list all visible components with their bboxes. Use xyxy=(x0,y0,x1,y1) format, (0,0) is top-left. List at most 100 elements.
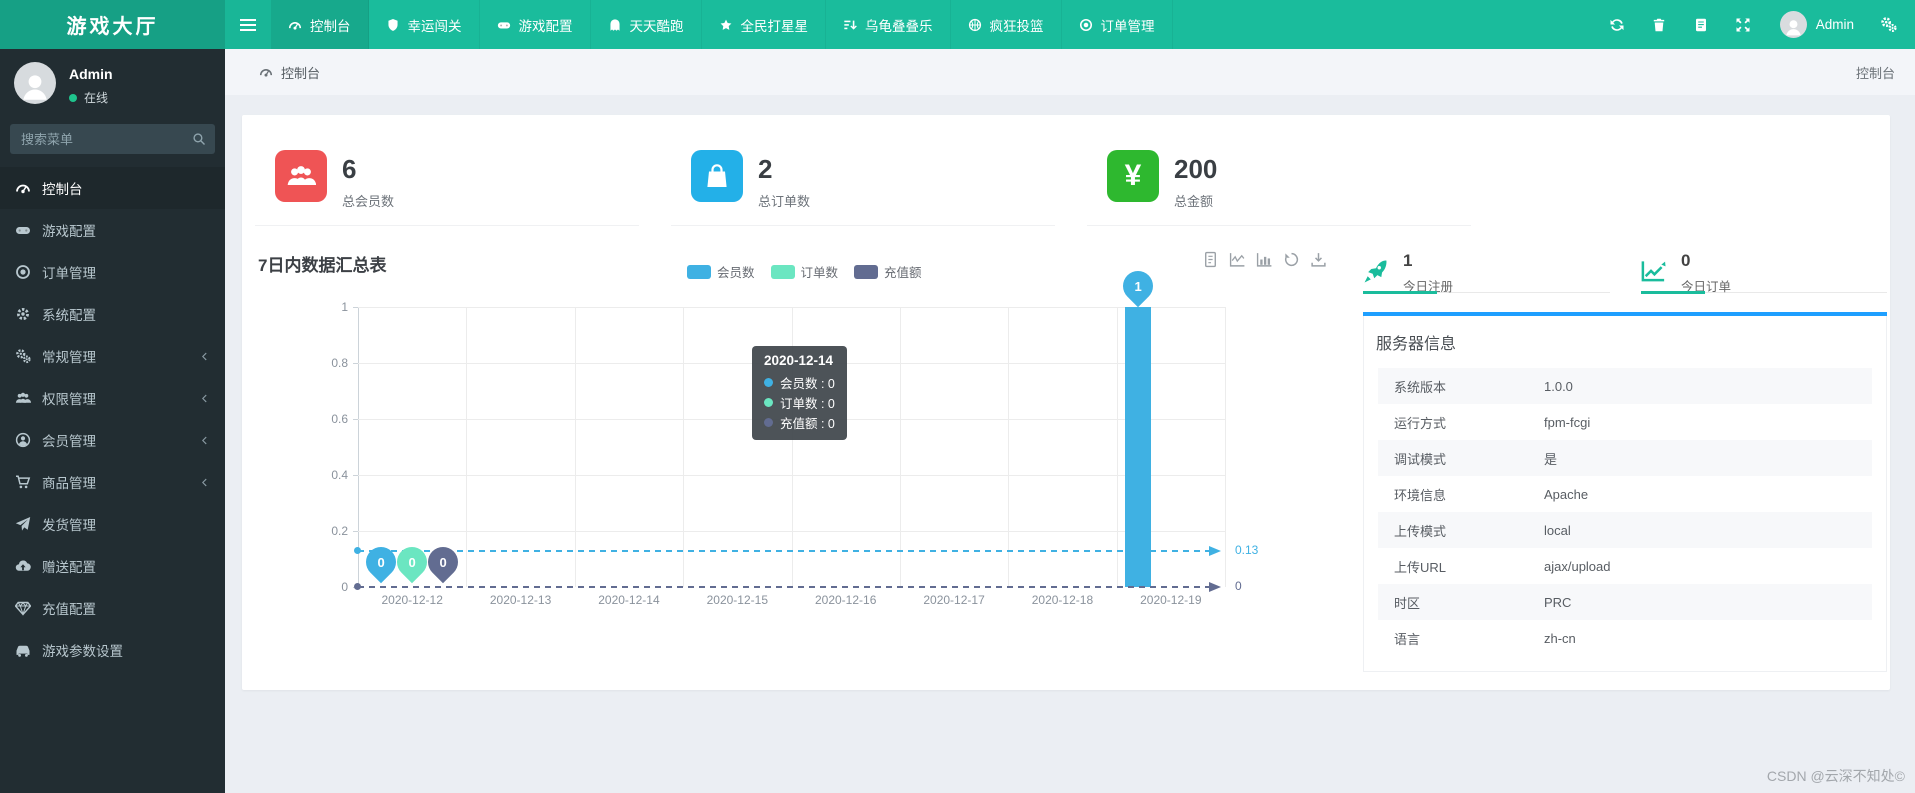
sidebar-item-控制台[interactable]: 控制台 xyxy=(0,167,225,209)
server-info-key: 上传URL xyxy=(1394,559,1447,575)
sidebar-item-发货管理[interactable]: 发货管理 xyxy=(0,503,225,545)
v-gridline xyxy=(1116,307,1118,587)
server-info-row-运行方式: 运行方式 fpm-fcgi xyxy=(1378,404,1872,440)
breadcrumb: 控制台 控制台 xyxy=(225,49,1915,95)
tooltip-row-订单数: 订单数 : 0 xyxy=(764,392,835,412)
server-info-panel: 服务器信息 系统版本 1.0.0 运行方式 fpm-fcgi 调试模式 是环境信息 Apac… xyxy=(1363,316,1887,672)
cogs-icon xyxy=(15,348,31,364)
restore-icon[interactable] xyxy=(1283,251,1300,268)
y-axis-tick: 0.2 xyxy=(331,524,348,538)
user-circle-icon xyxy=(15,432,31,448)
sidebar-item-label: 控制台 xyxy=(42,182,83,197)
sidebar-item-label: 赠送配置 xyxy=(42,560,96,575)
tooltip-date: 2020-12-14 xyxy=(764,353,834,368)
download-icon[interactable] xyxy=(1310,251,1327,268)
sidebar-item-权限管理[interactable]: 权限管理 xyxy=(0,377,225,419)
chevron-left-icon xyxy=(199,477,210,488)
bar-chart-icon[interactable] xyxy=(1256,251,1273,268)
v-gridline xyxy=(574,307,576,587)
server-info-value: zh-cn xyxy=(1544,630,1576,646)
nav-item-订单管理[interactable]: 订单管理 xyxy=(1062,0,1173,49)
nav-item-label: 天天酷跑 xyxy=(629,18,684,34)
active-underline xyxy=(1641,291,1705,294)
sidebar-item-会员管理[interactable]: 会员管理 xyxy=(0,419,225,461)
ghost-icon xyxy=(608,18,622,32)
y-axis-tick: 0.6 xyxy=(331,412,348,426)
server-info-value: fpm-fcgi xyxy=(1544,414,1591,430)
nav-item-疯狂投篮[interactable]: 疯狂投篮 xyxy=(951,0,1062,49)
legend-item-订单数[interactable]: 订单数 xyxy=(770,262,838,281)
sidebar-user-status: 在线 xyxy=(69,89,113,106)
nav-item-幸运闯关[interactable]: 幸运闯关 xyxy=(369,0,480,49)
breadcrumb-current[interactable]: 控制台 xyxy=(281,63,320,82)
nav-item-label: 幸运闯关 xyxy=(407,18,462,34)
server-info-key: 语言 xyxy=(1394,631,1421,647)
nav-item-控制台[interactable]: 控制台 xyxy=(271,0,369,49)
screen: 游戏大厅 控制台 幸运闯关 游戏配置 天天酷跑 全民打星星 乌龟叠叠乐 疯狂投篮 订单管理 A… xyxy=(0,0,1915,793)
app-logo[interactable]: 游戏大厅 xyxy=(0,0,225,49)
search-icon[interactable] xyxy=(192,132,206,146)
chart-title: 7日内数据汇总表 xyxy=(258,256,387,275)
refresh-icon[interactable] xyxy=(1596,17,1638,33)
nav-item-全民打星星[interactable]: 全民打星星 xyxy=(702,0,826,49)
log-icon[interactable] xyxy=(1680,17,1722,33)
sidebar-toggle-button[interactable] xyxy=(225,0,271,49)
avatar[interactable] xyxy=(14,62,56,104)
sidebar-item-常规管理[interactable]: 常规管理 xyxy=(0,335,225,377)
trash-icon[interactable] xyxy=(1638,17,1680,33)
legend-swatch xyxy=(770,264,795,279)
today-stat-今日订单[interactable]: 0 今日订单 xyxy=(1641,250,1887,294)
data-view-icon[interactable] xyxy=(1202,251,1219,268)
sidebar-item-商品管理[interactable]: 商品管理 xyxy=(0,461,225,503)
sort-icon xyxy=(843,18,857,32)
legend-item-充值额[interactable]: 充值额 xyxy=(854,262,922,281)
v-gridline xyxy=(683,307,685,587)
breadcrumb-right[interactable]: 控制台 xyxy=(1856,63,1895,82)
cart-icon xyxy=(15,474,31,490)
bag-icon xyxy=(691,150,743,202)
expand-icon[interactable] xyxy=(1722,17,1764,33)
search-input[interactable] xyxy=(10,124,215,154)
navbar-user-name[interactable]: Admin xyxy=(1816,17,1854,32)
sidebar-item-充值配置[interactable]: 充值配置 xyxy=(0,587,225,629)
car-icon xyxy=(15,642,31,658)
x-axis-label: 2020-12-18 xyxy=(1031,593,1094,607)
chart-tooltip: 2020-12-14 会员数 : 0 订单数 : 0 充值额 : 0 xyxy=(752,346,847,440)
server-info-row-语言: 语言 zh-cn xyxy=(1378,620,1872,656)
line-chart-icon[interactable] xyxy=(1229,251,1246,268)
navbar-items: 控制台 幸运闯关 游戏配置 天天酷跑 全民打星星 乌龟叠叠乐 疯狂投篮 订单管理 xyxy=(271,0,1173,49)
data-pin: 1 xyxy=(1116,264,1160,308)
y-axis-tick: 0 xyxy=(341,580,348,594)
sidebar-item-label: 游戏参数设置 xyxy=(42,644,123,659)
sidebar-item-赠送配置[interactable]: 赠送配置 xyxy=(0,545,225,587)
legend-swatch xyxy=(854,264,879,279)
plane-icon xyxy=(15,516,31,532)
today-stat-今日注册[interactable]: 1 今日注册 xyxy=(1363,250,1610,294)
nav-item-label: 乌龟叠叠乐 xyxy=(865,18,933,34)
sidebar-item-游戏配置[interactable]: 游戏配置 xyxy=(0,209,225,251)
legend-item-会员数[interactable]: 会员数 xyxy=(687,262,755,281)
nav-item-乌龟叠叠乐[interactable]: 乌龟叠叠乐 xyxy=(826,0,951,49)
gears-icon[interactable] xyxy=(1880,16,1897,33)
gamepad-icon xyxy=(15,222,31,238)
legend-swatch xyxy=(687,264,711,279)
gauge-icon xyxy=(288,18,302,32)
nav-item-天天酷跑[interactable]: 天天酷跑 xyxy=(591,0,702,49)
sidebar-item-label: 订单管理 xyxy=(42,266,96,281)
sidebar-item-系统配置[interactable]: 系统配置 xyxy=(0,293,225,335)
nav-item-游戏配置[interactable]: 游戏配置 xyxy=(480,0,591,49)
rocket-icon xyxy=(1363,251,1388,292)
trend-icon xyxy=(1641,251,1666,292)
server-info-row-上传URL: 上传URL ajax/upload xyxy=(1378,548,1872,584)
chart-legend: 会员数 订单数 充值额 xyxy=(687,262,922,281)
sidebar-item-订单管理[interactable]: 订单管理 xyxy=(0,251,225,293)
x-axis-label: 2020-12-16 xyxy=(814,593,877,607)
dashboard-card: 6 总会员数 2 总订单数 ¥200 总金额 7日内数据汇总表 会员数 订单数 充值额 0 0.… xyxy=(242,115,1890,690)
v-gridline xyxy=(899,307,901,587)
server-info-value: 1.0.0 xyxy=(1544,378,1573,394)
nav-item-label: 疯狂投篮 xyxy=(989,18,1044,34)
avatar[interactable] xyxy=(1779,11,1807,38)
sidebar-item-游戏参数设置[interactable]: 游戏参数设置 xyxy=(0,629,225,671)
nav-item-label: 游戏配置 xyxy=(518,18,573,34)
sidebar: Admin 在线 控制台游戏配置订单管理系统配置常规管理权限管理会员管理商品管理… xyxy=(0,49,225,793)
